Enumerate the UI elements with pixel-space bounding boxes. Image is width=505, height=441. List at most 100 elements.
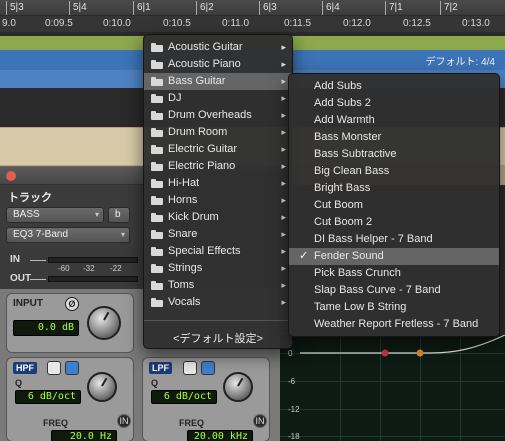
preset-item-di-bass-helper-7-band[interactable]: DI Bass Helper - 7 Band [289,231,499,248]
preset-item-tame-low-b-string[interactable]: Tame Low B String [289,299,499,316]
menu-item-dj[interactable]: DJ ▸ [144,90,292,107]
in-level-meter [48,257,138,263]
preset-item-slap-bass-curve-7-band[interactable]: Slap Bass Curve - 7 Band [289,282,499,299]
menu-item-strings[interactable]: Strings ▸ [144,260,292,277]
lpf-q-label: Q [151,378,159,388]
input-gain-display[interactable]: 0.0 dB [13,320,79,336]
menu-item-label: Drum Overheads [168,109,252,121]
preset-item-bright-bass[interactable]: Bright Bass [289,180,499,197]
time-marker: 0:12.0 [343,18,371,29]
menu-separator [144,320,292,321]
chevron-right-icon: ▸ [281,246,286,256]
bar-marker: 6|3 [259,1,277,15]
lpf-label: LPF [149,362,172,374]
menu-item-vocals[interactable]: Vocals ▸ [144,294,292,311]
menu-item-label: Kick Drum [168,211,219,223]
phase-invert-button[interactable]: Ø [65,297,79,311]
close-button[interactable] [6,171,16,181]
preset-item-big-clean-bass[interactable]: Big Clean Bass [289,163,499,180]
preset-category-menu: Acoustic Guitar ▸ Acoustic Piano ▸ Bass Guit… [143,34,293,349]
menu-item-drum-overheads[interactable]: Drum Overheads ▸ [144,107,292,124]
menu-item-label: Toms [168,279,195,291]
hpf-enable-icon[interactable] [47,361,61,375]
eq-curve [300,335,505,357]
menu-item-hi-hat[interactable]: Hi-Hat ▸ [144,175,292,192]
chevron-right-icon: ▸ [281,127,286,137]
menu-item-drum-room[interactable]: Drum Room ▸ [144,124,292,141]
preset-item-cut-boom-2[interactable]: Cut Boom 2 [289,214,499,231]
timeline-ruler[interactable]: 5|3 5|4 6|1 6|2 6|3 6|4 7|1 7|2 9.0 0:09… [0,0,505,32]
preset-item-cut-boom[interactable]: Cut Boom [289,197,499,214]
lpf-freq-display[interactable]: 20.00 kHz [187,430,253,441]
lpf-slope-display[interactable]: 6 dB/oct [151,390,217,404]
chevron-right-icon: ▸ [281,178,286,188]
time-ruler[interactable]: 9.0 0:09.5 0:10.0 0:10.5 0:11.0 0:11.5 0… [0,16,505,32]
menu-item-acoustic-guitar[interactable]: Acoustic Guitar ▸ [144,39,292,56]
menu-item-toms[interactable]: Toms ▸ [144,277,292,294]
folder-icon [151,111,163,120]
menu-item-label: Cut Boom 2 [314,216,373,228]
eq-graph[interactable]: 0 -6 -12 -18 [280,335,505,441]
menu-item-electric-piano[interactable]: Electric Piano ▸ [144,158,292,175]
menu-item-kick-drum[interactable]: Kick Drum ▸ [144,209,292,226]
menu-item-label: Bass Monster [314,131,382,143]
preset-item-add-warmth[interactable]: Add Warmth [289,112,499,129]
preset-item-add-subs[interactable]: Add Subs [289,78,499,95]
preset-item-fender-sound[interactable]: ✓ Fender Sound [289,248,499,265]
folder-icon [151,60,163,69]
bar-marker: 7|1 [385,1,403,15]
track-selector[interactable]: BASS ▾ [6,207,104,223]
meter-scale-label: -22 [110,264,122,273]
hpf-slope-knob[interactable] [87,372,117,402]
menu-item-bass-guitar[interactable]: Bass Guitar ▸ [144,73,292,90]
preset-item-add-subs-2[interactable]: Add Subs 2 [289,95,499,112]
folder-icon [151,247,163,256]
preset-item-bass-subtractive[interactable]: Bass Subtractive [289,146,499,163]
folder-icon [151,162,163,171]
menu-item-acoustic-piano[interactable]: Acoustic Piano ▸ [144,56,292,73]
menu-item-label: Acoustic Piano [168,58,241,70]
menu-item-label: Snare [168,228,198,240]
menu-item-label: Bass Guitar [168,75,226,87]
time-marker: 0:10.0 [103,18,131,29]
input-gain-knob[interactable] [87,306,121,340]
preset-item-pick-bass-crunch[interactable]: Pick Bass Crunch [289,265,499,282]
hpf-freq-display[interactable]: 20.0 Hz [51,430,117,441]
menu-item-label: Fender Sound [314,250,384,262]
bar-marker: 6|1 [133,1,151,15]
menu-item-horns[interactable]: Horns ▸ [144,192,292,209]
lpf-slope-knob[interactable] [223,372,253,402]
menu-item-label: DI Bass Helper - 7 Band [314,233,433,245]
menu-item-snare[interactable]: Snare ▸ [144,226,292,243]
meter-scale-label: -32 [83,264,95,273]
hpf-in-button[interactable]: IN [117,414,131,428]
menu-item-label: Electric Guitar [168,143,238,155]
in-meter-line [30,260,46,261]
lpf-in-button[interactable]: IN [253,414,267,428]
time-marker: 0:11.5 [284,18,312,29]
hpf-freq-label: FREQ [43,418,69,428]
menu-item-default-setting[interactable]: <デフォルト設定> [144,331,292,348]
bar-marker: 7|2 [440,1,458,15]
menu-item-label: Cut Boom [314,199,363,211]
chevron-right-icon: ▸ [281,76,286,86]
menu-item-special-effects[interactable]: Special Effects ▸ [144,243,292,260]
bar-marker: 5|3 [6,1,24,15]
bars-ruler[interactable]: 5|3 5|4 6|1 6|2 6|3 6|4 7|1 7|2 [0,0,505,16]
chevron-right-icon: ▸ [281,110,286,120]
hpf-slope-display[interactable]: 6 dB/oct [15,390,81,404]
preset-item-bass-monster[interactable]: Bass Monster [289,129,499,146]
menu-item-label: Bass Subtractive [314,148,397,160]
lpf-enable-icon[interactable] [183,361,197,375]
track-suffix-selector[interactable]: b [108,207,130,223]
lpf-shape-icon[interactable] [201,361,215,375]
chevron-right-icon: ▸ [281,212,286,222]
time-marker: 0:12.5 [403,18,431,29]
plugin-selector[interactable]: EQ3 7-Band ▾ [6,227,130,243]
hpf-shape-icon[interactable] [65,361,79,375]
preset-item-weather-report-fretless-7-band[interactable]: Weather Report Fretless - 7 Band [289,316,499,333]
menu-item-label: Horns [168,194,198,206]
menu-item-label: Special Effects [168,245,241,257]
menu-item-electric-guitar[interactable]: Electric Guitar ▸ [144,141,292,158]
menu-item-label: Acoustic Guitar [168,41,243,53]
